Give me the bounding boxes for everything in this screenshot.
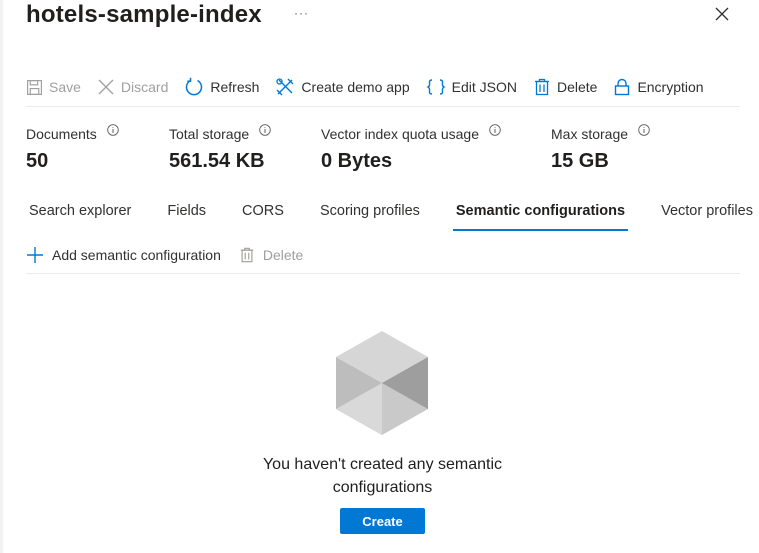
lock-icon: [615, 78, 630, 96]
discard-icon: [98, 79, 114, 95]
info-icon[interactable]: [259, 124, 271, 136]
trash-icon: [240, 247, 254, 263]
stat-value: 561.54 KB: [169, 150, 265, 172]
tab-bar: Search explorer Fields CORS Scoring prof…: [26, 200, 759, 231]
discard-label: Discard: [120, 79, 169, 95]
trash-icon: [534, 78, 549, 96]
save-icon: [27, 79, 42, 95]
empty-state-message: You haven't created any semantic configu…: [262, 456, 503, 496]
delete-button[interactable]: Delete: [533, 78, 597, 96]
blade-left-edge: [0, 0, 3, 553]
close-button[interactable]: [712, 4, 732, 24]
tab-scoring-profiles[interactable]: Scoring profiles: [317, 200, 423, 230]
add-semantic-configuration-label: Add semantic configuration: [52, 247, 221, 263]
encryption-label: Encryption: [637, 79, 704, 95]
page-title: hotels-sample-index: [26, 1, 262, 28]
stat-vector-quota: Vector index quota usage 0 Bytes: [321, 124, 501, 173]
toolbar-divider: [26, 106, 740, 107]
edit-json-button[interactable]: Edit JSON: [426, 77, 517, 97]
tab-fields[interactable]: Fields: [164, 200, 209, 230]
tab-semantic-configurations[interactable]: Semantic configurations: [452, 200, 629, 231]
command-bar: Save Discard Refresh Create demo app Edi…: [26, 74, 720, 100]
stat-value: 0 Bytes: [321, 150, 393, 172]
stat-max-storage: Max storage 15 GB: [551, 124, 650, 173]
delete-label: Delete: [556, 79, 598, 95]
info-icon[interactable]: [107, 124, 119, 136]
encryption-button[interactable]: Encryption: [613, 78, 704, 96]
semantic-command-bar: Add semantic configuration Delete: [26, 244, 321, 266]
stat-value: 50: [26, 150, 49, 172]
subtoolbar-divider: [26, 273, 740, 274]
plus-icon: [27, 247, 43, 263]
delete-semantic-configuration-button[interactable]: Delete: [239, 246, 303, 264]
delete-semantic-configuration-label: Delete: [262, 247, 304, 263]
stat-label: Total storage: [169, 126, 250, 142]
save-label: Save: [49, 79, 81, 95]
stat-value: 15 GB: [551, 150, 609, 172]
close-icon: [715, 7, 729, 21]
discard-button[interactable]: Discard: [97, 78, 168, 96]
stat-label: Max storage: [551, 126, 629, 142]
create-button[interactable]: Create: [340, 508, 425, 534]
refresh-button[interactable]: Refresh: [184, 77, 259, 97]
stat-total-storage: Total storage 561.54 KB: [169, 124, 271, 173]
more-options-icon[interactable]: ···: [294, 6, 309, 20]
create-demo-app-label: Create demo app: [301, 79, 410, 95]
stat-documents: Documents 50: [26, 124, 119, 173]
save-button[interactable]: Save: [26, 79, 81, 96]
info-icon[interactable]: [489, 124, 501, 136]
refresh-label: Refresh: [210, 79, 260, 95]
stat-label: Documents: [26, 126, 97, 142]
refresh-icon: [186, 77, 203, 96]
stat-label: Vector index quota usage: [321, 126, 480, 142]
info-icon[interactable]: [638, 124, 650, 136]
edit-json-label: Edit JSON: [451, 79, 517, 95]
tab-vector-profiles[interactable]: Vector profiles: [658, 200, 756, 230]
tab-cors[interactable]: CORS: [239, 200, 287, 230]
tab-search-explorer[interactable]: Search explorer: [26, 200, 134, 230]
add-semantic-configuration-button[interactable]: Add semantic configuration: [26, 246, 221, 264]
create-demo-app-button[interactable]: Create demo app: [275, 77, 410, 97]
tools-icon: [276, 78, 294, 96]
braces-icon: [426, 79, 446, 95]
empty-cube-icon: [336, 331, 428, 435]
